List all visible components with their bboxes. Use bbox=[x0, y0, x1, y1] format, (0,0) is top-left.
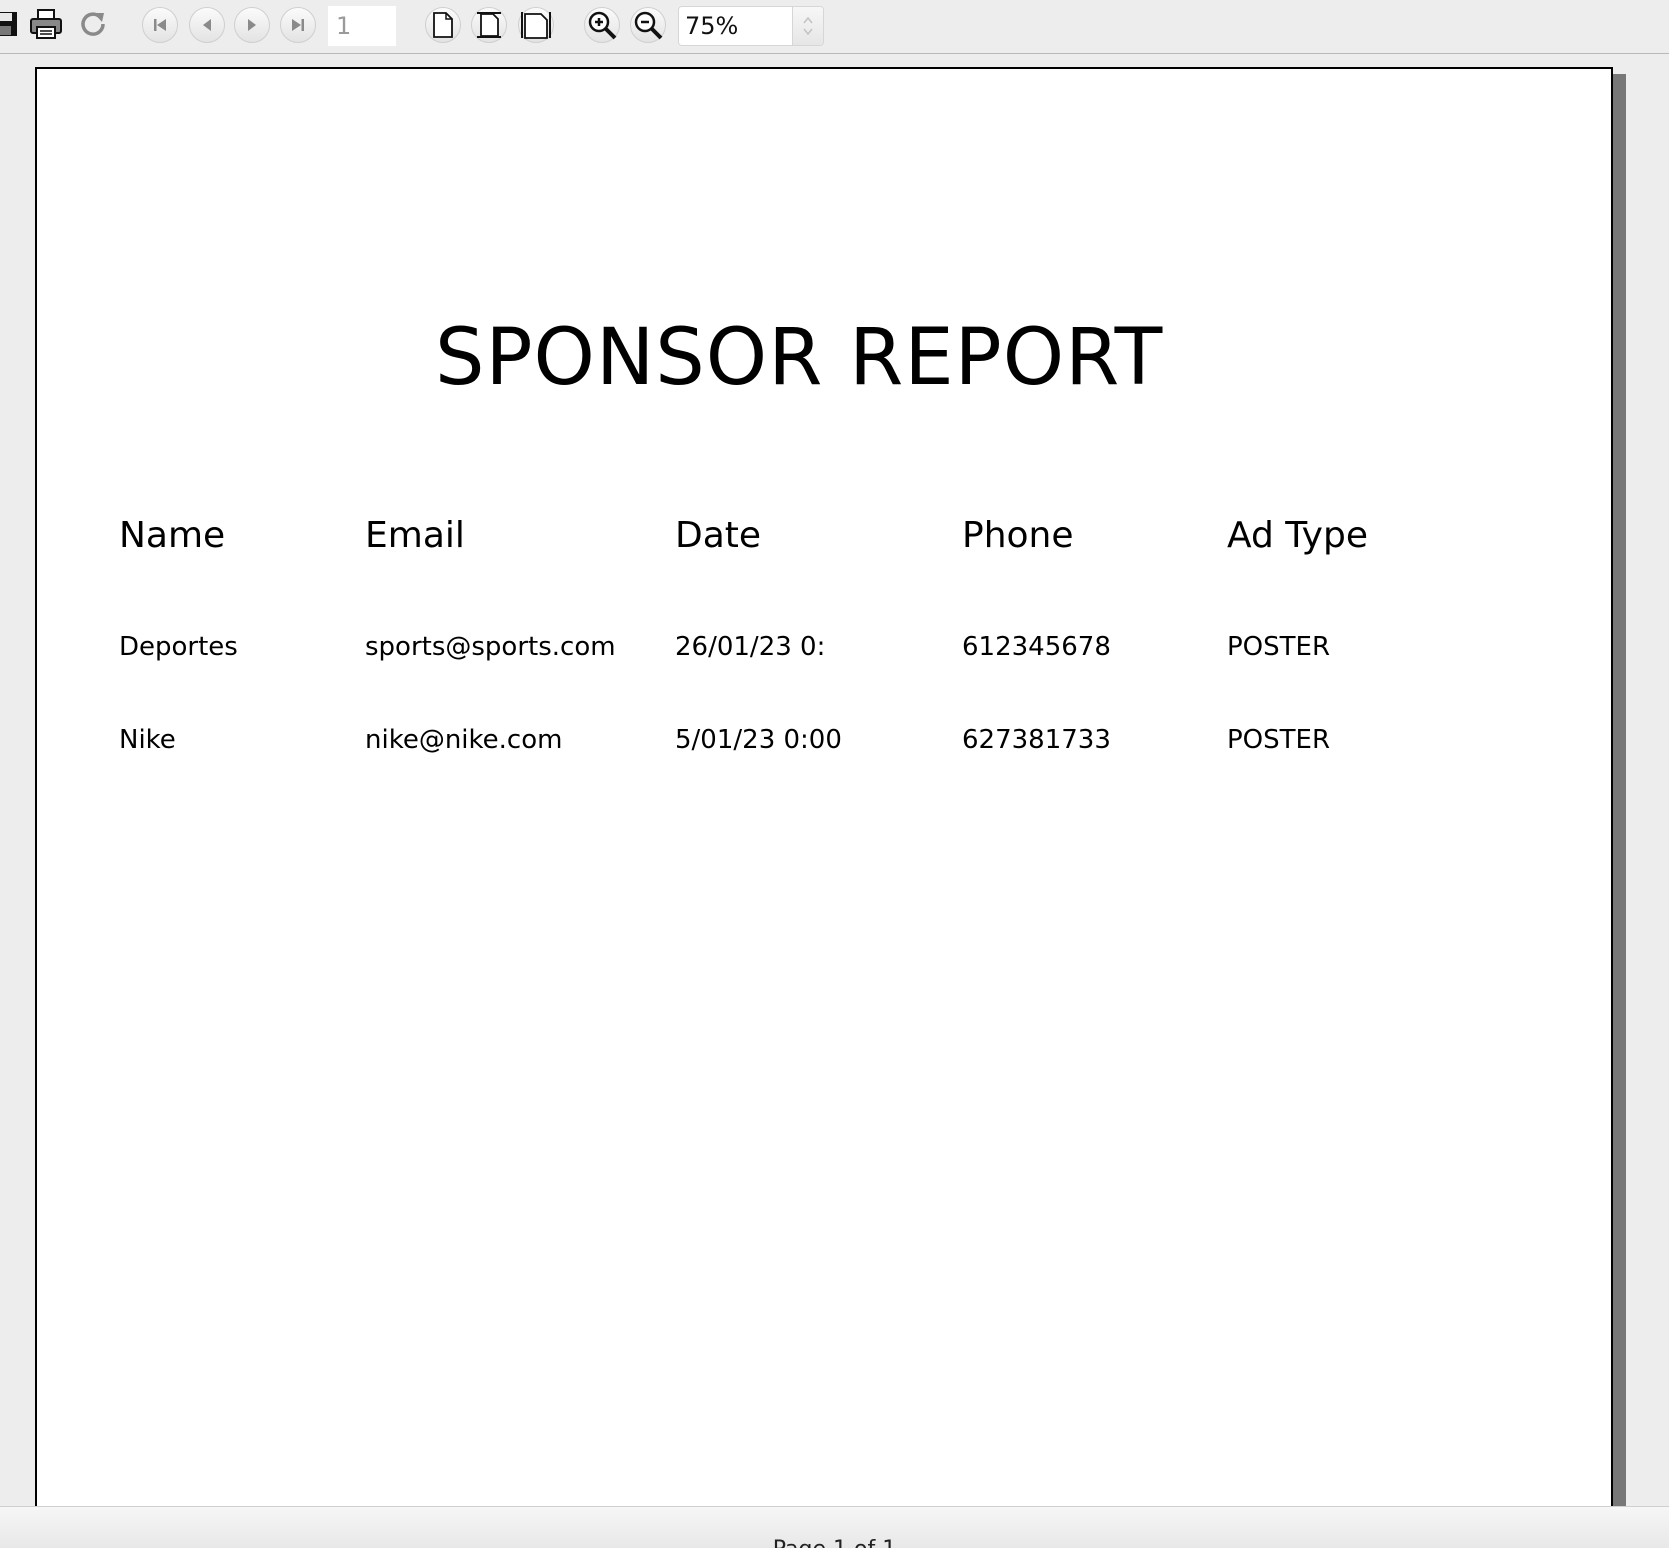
zoom-stepper[interactable] bbox=[792, 7, 823, 45]
fit-width-icon bbox=[521, 12, 551, 39]
actual-size-button[interactable] bbox=[425, 7, 461, 43]
column-header-ad-type: Ad Type bbox=[1227, 515, 1368, 556]
zoom-out-button[interactable] bbox=[630, 7, 666, 43]
next-page-button[interactable] bbox=[234, 7, 270, 43]
viewer-toolbar bbox=[0, 0, 1669, 54]
fit-page-button[interactable] bbox=[471, 7, 507, 43]
report-viewer[interactable]: SPONSOR REPORT Name Email Date Phone Ad … bbox=[0, 54, 1669, 1506]
zoom-combobox bbox=[678, 6, 824, 46]
page-number-input[interactable] bbox=[328, 6, 396, 46]
print-button[interactable] bbox=[27, 4, 65, 44]
cell-date: 26/01/23 0: bbox=[675, 632, 826, 662]
cell-email: sports@sports.com bbox=[365, 632, 616, 662]
cell-ad-type: POSTER bbox=[1227, 725, 1331, 755]
next-page-icon bbox=[248, 19, 256, 31]
fit-page-icon bbox=[477, 12, 501, 38]
status-bar: Page 1 of 1 bbox=[0, 1506, 1669, 1548]
cell-email: nike@nike.com bbox=[365, 725, 563, 755]
report-title: SPONSOR REPORT bbox=[435, 313, 1164, 403]
save-button[interactable] bbox=[0, 4, 24, 44]
previous-page-icon bbox=[203, 19, 211, 31]
report-page: SPONSOR REPORT Name Email Date Phone Ad … bbox=[35, 67, 1613, 1506]
cell-date: 5/01/23 0:00 bbox=[675, 725, 842, 755]
reload-button[interactable] bbox=[74, 4, 112, 44]
column-header-name: Name bbox=[119, 515, 226, 556]
actual-size-icon bbox=[433, 12, 453, 38]
first-page-icon bbox=[154, 19, 166, 31]
zoom-in-button[interactable] bbox=[584, 7, 620, 43]
reload-icon bbox=[81, 12, 105, 36]
cell-name: Nike bbox=[119, 725, 176, 755]
last-page-icon bbox=[292, 19, 304, 31]
column-header-date: Date bbox=[675, 515, 762, 556]
save-icon bbox=[0, 12, 17, 36]
column-header-phone: Phone bbox=[962, 515, 1074, 556]
zoom-out-icon bbox=[634, 11, 663, 40]
print-icon bbox=[30, 9, 62, 39]
last-page-button[interactable] bbox=[280, 7, 316, 43]
previous-page-button[interactable] bbox=[189, 7, 225, 43]
zoom-in-icon bbox=[588, 11, 617, 40]
cell-name: Deportes bbox=[119, 632, 238, 662]
cell-ad-type: POSTER bbox=[1227, 632, 1331, 662]
fit-width-button[interactable] bbox=[518, 7, 554, 43]
cell-phone: 627381733 bbox=[962, 725, 1111, 755]
first-page-button[interactable] bbox=[142, 7, 178, 43]
cell-phone: 612345678 bbox=[962, 632, 1111, 662]
column-header-email: Email bbox=[365, 515, 465, 556]
stepper-arrows-icon bbox=[803, 16, 813, 36]
zoom-input[interactable] bbox=[679, 7, 793, 45]
page-count-status: Page 1 of 1 bbox=[0, 1537, 1669, 1548]
